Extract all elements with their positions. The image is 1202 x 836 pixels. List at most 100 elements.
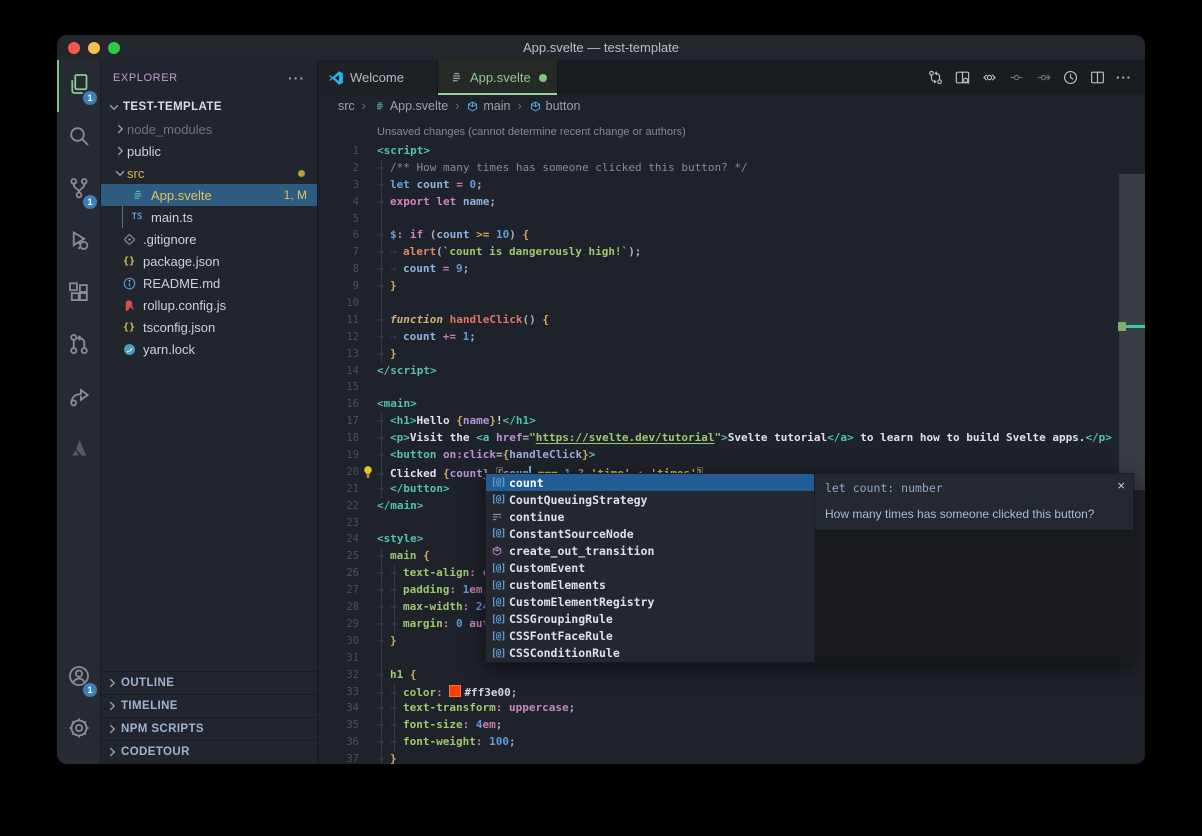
chevron-down-icon [113,166,127,181]
activity-bar-item-azure[interactable] [57,424,100,476]
activity-bar-item-extensions[interactable] [57,268,100,320]
line-number: 12 [318,329,359,346]
lightbulb-icon[interactable] [361,465,375,479]
activity-bar-item-source-control[interactable]: 1 [57,164,100,216]
code-line-1[interactable]: 1<script> [318,143,1145,160]
activity-bar-item-accounts[interactable]: 1 [57,652,100,704]
suggestion-variable-icon: [@] [491,648,509,659]
breadcrumb[interactable]: src›App.svelte›main›button [318,95,1145,117]
more-actions-icon[interactable]: ··· [1115,69,1133,87]
code-text: →→color: #ff3e00; [377,684,517,701]
title-bar[interactable]: App.svelte — test-template [57,35,1145,60]
code-line-8[interactable]: 8→→count = 9; [318,261,1145,278]
project-root-row[interactable]: TEST-TEMPLATE [101,96,317,118]
sidebar-section-codetour[interactable]: CODETOUR [101,740,317,763]
tree-item-public[interactable]: public [101,140,317,162]
code-line-3[interactable]: 3→let count = 0; [318,177,1145,194]
activity-bar-item-pull-requests[interactable] [57,320,100,372]
sidebar-section-npm-scripts[interactable]: NPM SCRIPTS [101,717,317,740]
line-number: 18 [318,430,359,447]
code-line-11[interactable]: 11→function handleClick() { [318,312,1145,329]
code-line-32[interactable]: 32→h1 { [318,667,1145,684]
scrollbar-thumb[interactable] [1119,174,1145,490]
tree-item-node-modules[interactable]: node_modules [101,118,317,140]
split-editor-icon[interactable] [1088,69,1106,87]
tree-item-src[interactable]: src [101,162,317,184]
activity-bar-item-search[interactable] [57,112,100,164]
code-line-10[interactable]: 10 [318,295,1145,312]
code-line-34[interactable]: 34→→text-transform: uppercase; [318,700,1145,717]
sidebar-section-outline[interactable]: OUTLINE [101,671,317,694]
open-preview-icon[interactable] [953,69,971,87]
editor-scrollbar[interactable] [1118,174,1145,764]
code-line-9[interactable]: 9→} [318,278,1145,295]
code-line-33[interactable]: 33→→color: #ff3e00; [318,684,1145,701]
code-line-4[interactable]: 4→export let name; [318,194,1145,211]
tree-item-app-svelte[interactable]: App.svelte1, M [101,184,317,206]
suggestion-countqueuingstrategy[interactable]: [@]CountQueuingStrategy [486,491,814,508]
code-line-5[interactable]: 5 [318,211,1145,228]
suggestion-customelementregistry[interactable]: [@]CustomElementRegistry [486,594,814,611]
breadcrumb-item-main[interactable]: main [466,99,510,113]
open-changes-icon[interactable] [980,69,998,87]
next-change-icon[interactable] [1034,69,1052,87]
tree-item-yarn-lock[interactable]: yarn.lock [101,338,317,360]
breadcrumb-item-button[interactable]: button [529,99,581,113]
code-line-19[interactable]: 19→<button on:click={handleClick}> [318,447,1145,464]
suggestion-count[interactable]: [@]count [486,474,814,491]
code-line-16[interactable]: 16<main> [318,396,1145,413]
code-line-13[interactable]: 13→} [318,346,1145,363]
suggestion-customelements[interactable]: [@]customElements [486,577,814,594]
suggestion-continue[interactable]: continue [486,508,814,525]
sidebar-section-timeline[interactable]: TIMELINE [101,694,317,717]
activity-bar-item-live-share[interactable] [57,372,100,424]
tree-item-package-json[interactable]: {}package.json [101,250,317,272]
sidebar-more-actions-icon[interactable]: ··· [288,70,305,86]
tab-label: Welcome [350,70,404,85]
activity-bar-item-explorer[interactable]: 1 [57,60,100,112]
suggestion-customevent[interactable]: [@]CustomEvent [486,559,814,576]
suggestion-constantsourcenode[interactable]: [@]ConstantSourceNode [486,525,814,542]
file-history-icon[interactable] [1061,69,1079,87]
breadcrumb-item-src[interactable]: src [338,99,355,113]
tree-item-tsconfig-json[interactable]: {}tsconfig.json [101,316,317,338]
breadcrumb-item-app-svelte[interactable]: App.svelte [373,99,448,113]
line-number: 23 [318,515,359,532]
color-swatch[interactable] [449,685,461,697]
tab-app-svelte[interactable]: App.svelte [438,60,558,95]
code-line-7[interactable]: 7→→alert(`count is dangerously high!`); [318,244,1145,261]
tree-item-rollup-config-js[interactable]: rollup.config.js [101,294,317,316]
code-line-2[interactable]: 2→/** How many times has someone clicked… [318,160,1145,177]
code-line-35[interactable]: 35→→font-size: 4em; [318,717,1145,734]
live-share-icon [67,384,91,413]
code-editor[interactable]: Unsaved changes (cannot determine recent… [318,117,1145,764]
code-line-37[interactable]: 37→} [318,751,1145,764]
code-line-12[interactable]: 12→→count += 1; [318,329,1145,346]
previous-change-icon[interactable] [1007,69,1025,87]
git-compare-icon[interactable] [926,69,944,87]
code-line-18[interactable]: 18→<p>Visit the <a href="https://svelte.… [318,430,1145,447]
codelens-annotation[interactable]: Unsaved changes (cannot determine recent… [318,117,1145,143]
tree-item--gitignore[interactable]: .gitignore [101,228,317,250]
line-number: 14 [318,363,359,380]
activity-bar-item-settings[interactable] [57,704,100,756]
code-line-36[interactable]: 36→→font-weight: 100; [318,734,1145,751]
suggestion-signature: let count: number [825,481,1123,495]
tree-item-main-ts[interactable]: TSmain.ts [101,206,317,228]
close-icon[interactable]: × [1117,478,1125,493]
suggestion-create_out_transition[interactable]: create_out_transition [486,542,814,559]
code-text: </script> [377,363,437,380]
tab-welcome[interactable]: Welcome [318,60,438,95]
code-line-6[interactable]: 6→$: if (count >= 10) { [318,227,1145,244]
line-number: 30 [318,633,359,650]
tree-item-readme-md[interactable]: README.md [101,272,317,294]
code-line-15[interactable]: 15 [318,379,1145,396]
line-number: 16 [318,396,359,413]
code-line-14[interactable]: 14 </script> [318,363,1145,380]
suggestion-cssfontfacerule[interactable]: [@]CSSFontFaceRule [486,628,814,645]
code-line-17[interactable]: 17→<h1>Hello {name}!</h1> [318,413,1145,430]
suggestion-cssconditionrule[interactable]: [@]CSSConditionRule [486,645,814,662]
line-number: 25 [318,548,359,565]
suggestion-cssgroupingrule[interactable]: [@]CSSGroupingRule [486,611,814,628]
activity-bar-item-run-debug[interactable] [57,216,100,268]
